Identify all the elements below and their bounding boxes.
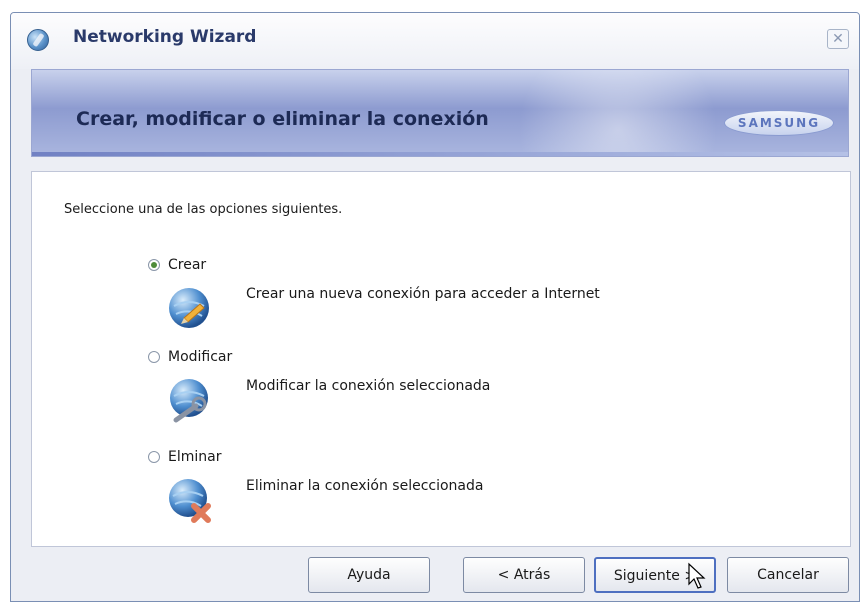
back-button[interactable]: < Atrás — [463, 557, 585, 593]
radio-modify[interactable] — [148, 351, 160, 363]
option-delete: Elminar Eliminar la conexión seleccionad… — [148, 448, 788, 538]
help-button[interactable]: Ayuda — [308, 557, 430, 593]
cancel-button[interactable]: Cancelar — [727, 557, 849, 593]
option-modify-label[interactable]: Modificar — [168, 349, 232, 365]
globe-delete-icon — [169, 479, 211, 523]
window-title: Networking Wizard — [73, 27, 257, 47]
globe-create-icon — [169, 288, 209, 328]
option-delete-label[interactable]: Elminar — [168, 449, 221, 465]
options-panel: Seleccione una de las opciones siguiente… — [31, 171, 851, 547]
globe-modify-icon — [170, 379, 208, 423]
instruction-text: Seleccione una de las opciones siguiente… — [64, 202, 343, 217]
option-delete-description: Eliminar la conexión seleccionada — [246, 478, 484, 494]
title-bar: Networking Wizard ✕ — [11, 13, 859, 69]
option-create-description: Crear una nueva conexión para acceder a … — [246, 286, 600, 302]
radio-create[interactable] — [148, 259, 160, 271]
close-button[interactable]: ✕ — [827, 29, 849, 49]
option-modify-description: Modificar la conexión seleccionada — [246, 378, 491, 394]
option-create-label[interactable]: Crear — [168, 257, 206, 273]
samsung-logo: SAMSUNG — [724, 110, 834, 136]
mouse-cursor-icon — [688, 562, 706, 589]
app-icon — [27, 29, 49, 51]
option-modify: Modificar Modificar la conexión seleccio… — [148, 348, 788, 438]
option-create: Crear Crear una nueva conexión para acce… — [148, 256, 788, 346]
radio-delete[interactable] — [148, 451, 160, 463]
header-banner: Crear, modificar o eliminar la conexión … — [31, 69, 849, 157]
banner-title: Crear, modificar o eliminar la conexión — [76, 108, 489, 130]
networking-wizard-window: Networking Wizard ✕ Crear, modificar o e… — [10, 12, 860, 602]
